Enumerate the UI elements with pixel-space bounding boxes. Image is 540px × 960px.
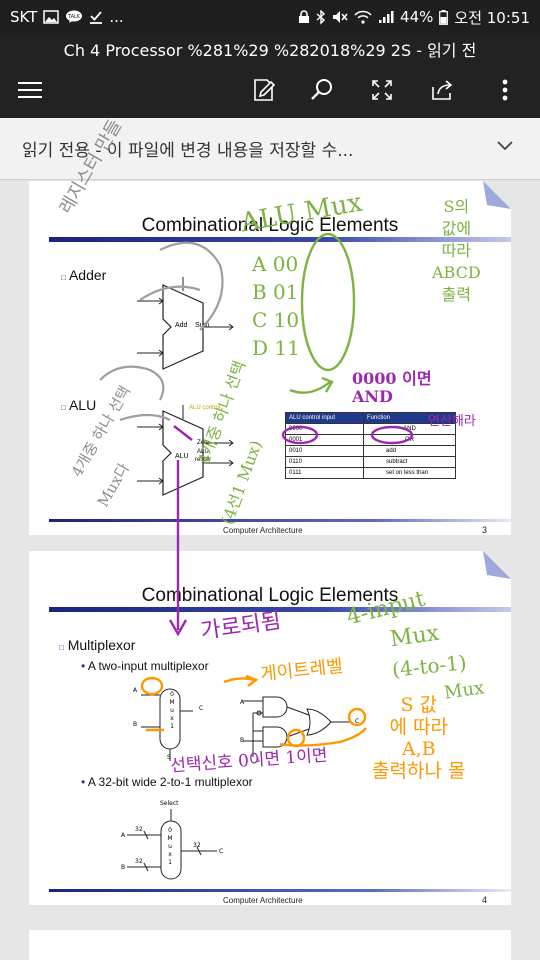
annotation-select-table: A 00 B 01 C 10 D 11 [252, 252, 300, 360]
orange-pen-strokes [140, 674, 367, 748]
annotation-compute: 연산해라 [428, 414, 476, 429]
annotation-s-output: S 값 에 따라 A,B 출력하나 몰 [372, 694, 466, 782]
handwriting-strokes [99, 232, 414, 748]
annotation-and-note: 0000 이면 AND [352, 369, 432, 406]
annotation-s-value-note: S의 값에 따라 ABCD 출력 [432, 197, 481, 304]
